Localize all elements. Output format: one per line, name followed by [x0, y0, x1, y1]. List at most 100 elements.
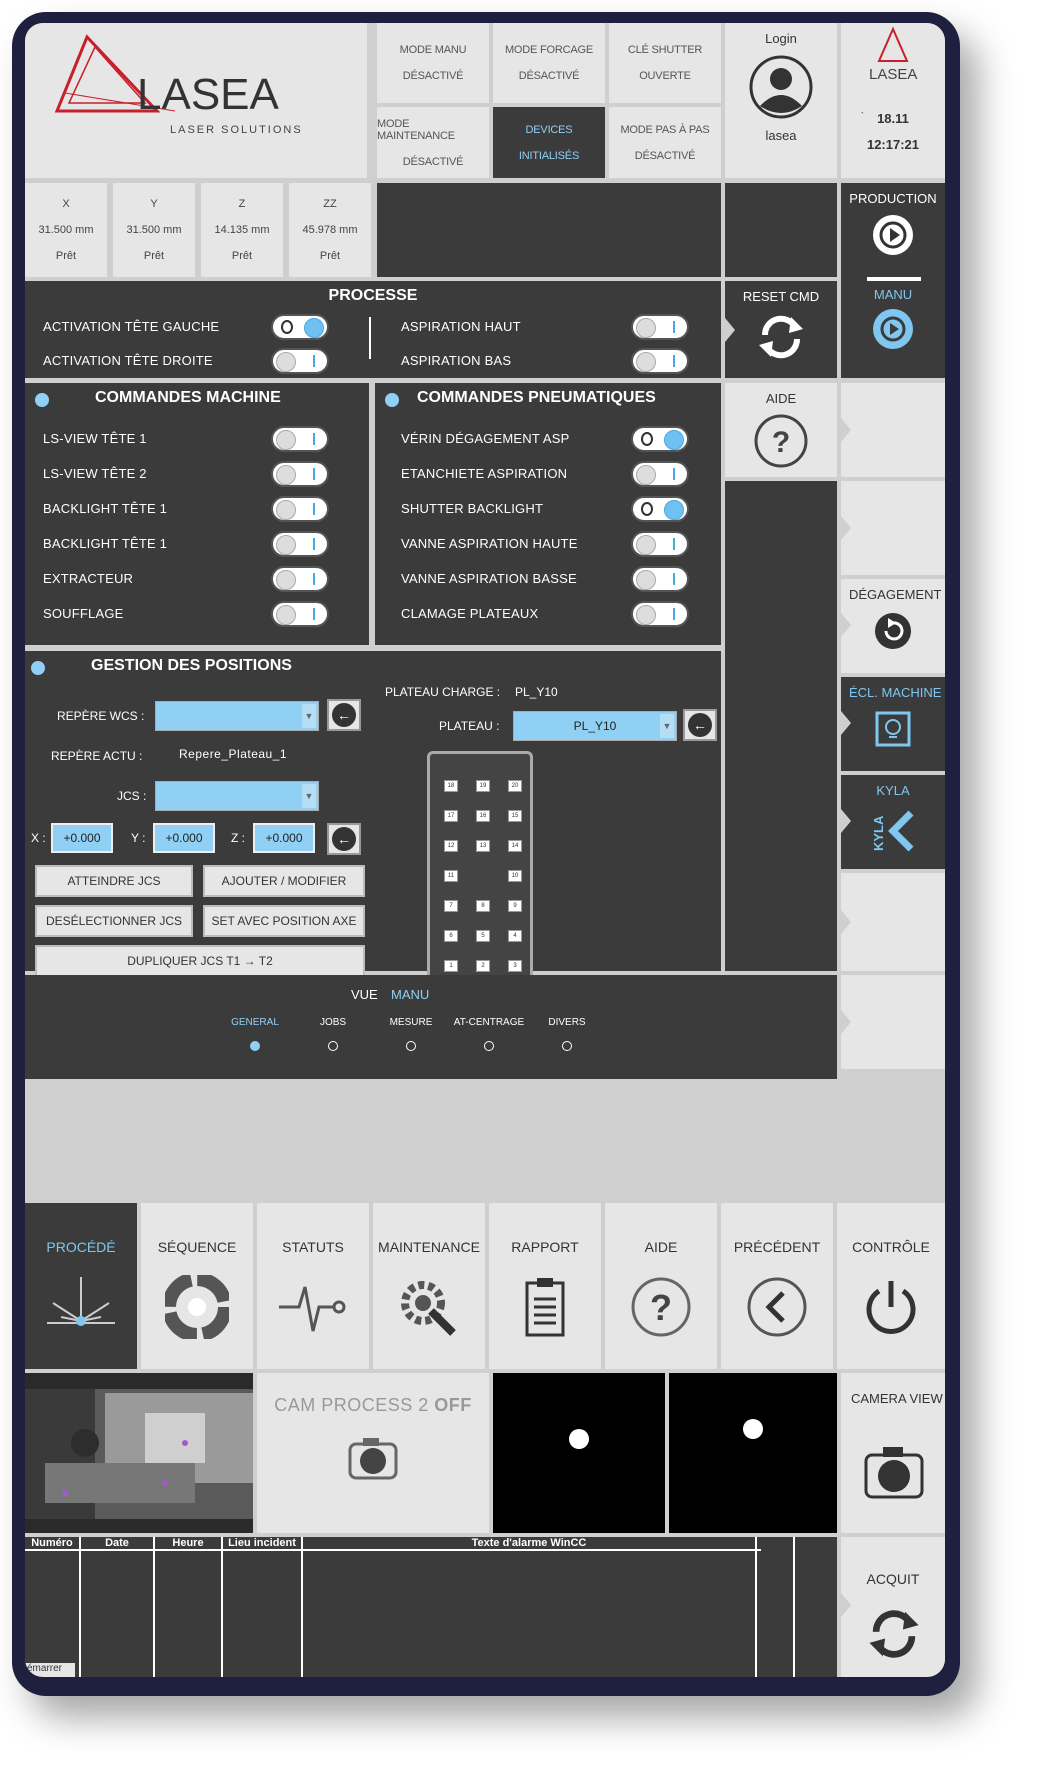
nav-controle[interactable]: CONTRÔLE: [837, 1203, 945, 1369]
vue-tab-divers[interactable]: DIVERS: [537, 1017, 597, 1028]
plateau-slot[interactable]: 16: [476, 810, 490, 822]
cam-process-2-panel[interactable]: CAM PROCESS 2 OFF: [257, 1373, 489, 1533]
xyz-apply-button[interactable]: ←: [327, 823, 361, 855]
vue-tab-mesure[interactable]: MESURE: [381, 1017, 441, 1028]
soufflage-toggle[interactable]: [271, 601, 329, 627]
tile-notch: [841, 1010, 851, 1034]
plateau-slot[interactable]: 11: [444, 870, 458, 882]
login-button[interactable]: Login lasea: [725, 23, 837, 178]
acquit-button[interactable]: ACQUIT: [841, 1537, 945, 1677]
ls-view-tete-2-toggle[interactable]: [271, 461, 329, 487]
nav-maintenance[interactable]: MAINTENANCE: [373, 1203, 485, 1369]
plateau-slot[interactable]: 17: [444, 810, 458, 822]
devices-status[interactable]: DEVICES INITIALISÉS: [493, 107, 605, 178]
plateau-slot[interactable]: 18: [444, 780, 458, 792]
vue-tab-indicator[interactable]: [406, 1041, 416, 1051]
nav-precedent[interactable]: PRÉCÉDENT: [721, 1203, 833, 1369]
plateau-slot[interactable]: 2: [476, 960, 490, 972]
column-divider: [793, 1551, 795, 1677]
atteindre-jcs-button[interactable]: ATTEINDRE JCS: [35, 865, 193, 897]
shutter-backlight-toggle[interactable]: [631, 496, 689, 522]
plateau-slot[interactable]: 14: [508, 840, 522, 852]
col-numero[interactable]: Numéro: [25, 1537, 81, 1551]
col-texte-alarme[interactable]: Texte d'alarme WinCC: [303, 1537, 757, 1551]
mode-maintenance-status[interactable]: MODE MAINTENANCE DÉSACTIVÉ: [377, 107, 489, 178]
right-dark-column: [725, 481, 837, 971]
vue-tab-general[interactable]: GENERAL: [225, 1017, 285, 1028]
plateau-slot[interactable]: 10: [508, 870, 522, 882]
x-input[interactable]: +0.000: [51, 823, 113, 853]
nav-rapport[interactable]: RAPPORT: [489, 1203, 601, 1369]
aide-button[interactable]: AIDE ?: [725, 383, 837, 477]
ls-view-tete-1-toggle[interactable]: [271, 426, 329, 452]
mode-manu-status[interactable]: MODE MANU DÉSACTIVÉ: [377, 23, 489, 103]
aspiration-haut-toggle[interactable]: [631, 314, 689, 340]
plateau-slot[interactable]: 19: [476, 780, 490, 792]
vanne-aspiration-haute-toggle[interactable]: [631, 531, 689, 557]
activation-tete-gauche-toggle[interactable]: [271, 314, 329, 340]
plateau-slot[interactable]: 9: [508, 900, 522, 912]
deselectionner-jcs-button[interactable]: DESÉLECTIONNER JCS: [35, 905, 193, 937]
kyla-button[interactable]: KYLA KYLA: [841, 775, 945, 869]
vue-tab-indicator[interactable]: [562, 1041, 572, 1051]
vue-tab-indicator[interactable]: [250, 1041, 260, 1051]
ajouter-modifier-button[interactable]: AJOUTER / MODIFIER: [203, 865, 365, 897]
plateau-slot[interactable]: 8: [476, 900, 490, 912]
backlight-tete-1b-toggle[interactable]: [271, 531, 329, 557]
dupliquer-jcs-button[interactable]: DUPLIQUER JCS T1 → T2: [35, 945, 365, 977]
aspiration-bas-toggle[interactable]: [631, 348, 689, 374]
verin-degagement-toggle[interactable]: [631, 426, 689, 452]
mode-forcage-status[interactable]: MODE FORCAGE DÉSACTIVÉ: [493, 23, 605, 103]
camera-4-feed[interactable]: [669, 1373, 837, 1533]
wcs-apply-button[interactable]: ←: [327, 699, 361, 731]
wcs-dropdown[interactable]: ▼: [155, 701, 319, 731]
plateau-slot[interactable]: 1: [444, 960, 458, 972]
col-heure[interactable]: Heure: [155, 1537, 223, 1551]
clamage-plateaux-toggle[interactable]: [631, 601, 689, 627]
activation-tete-droite-toggle[interactable]: [271, 348, 329, 374]
mode-pas-a-pas-status[interactable]: MODE PAS À PAS DÉSACTIVÉ: [609, 107, 721, 178]
svg-text:?: ?: [772, 426, 790, 459]
plateau-slot[interactable]: 4: [508, 930, 522, 942]
z-input[interactable]: +0.000: [253, 823, 315, 853]
nav-statuts[interactable]: STATUTS: [257, 1203, 369, 1369]
camera-3-feed[interactable]: [493, 1373, 665, 1533]
manual-mode-icon[interactable]: [871, 307, 915, 351]
refresh-icon: [869, 1610, 919, 1658]
camera-1-feed[interactable]: [25, 1373, 253, 1533]
vanne-aspiration-basse-toggle[interactable]: [631, 566, 689, 592]
vue-tab-at-centrage[interactable]: AT-CENTRAGE: [449, 1017, 529, 1028]
eclairage-machine-button[interactable]: ÉCL. MACHINE: [841, 677, 945, 771]
nav-aide[interactable]: AIDE ?: [605, 1203, 717, 1369]
nav-sequence[interactable]: SÉQUENCE: [141, 1203, 253, 1369]
plateau-slot[interactable]: 13: [476, 840, 490, 852]
plateau-slot[interactable]: 15: [508, 810, 522, 822]
plateau-slot[interactable]: 7: [444, 900, 458, 912]
cle-shutter-status[interactable]: CLÉ SHUTTER OUVERTE: [609, 23, 721, 103]
vue-tab-jobs[interactable]: JOBS: [303, 1017, 363, 1028]
plateau-slot[interactable]: 6: [444, 930, 458, 942]
plateau-dropdown[interactable]: PL_Y10 ▼: [513, 711, 677, 741]
play-circle-icon[interactable]: [871, 213, 915, 257]
plateau-slot[interactable]: 5: [476, 930, 490, 942]
jcs-dropdown[interactable]: ▼: [155, 781, 319, 811]
degagement-button[interactable]: DÉGAGEMENT: [841, 579, 945, 673]
plateau-apply-button[interactable]: ←: [683, 709, 717, 741]
nav-procede[interactable]: PROCÉDÉ: [25, 1203, 137, 1369]
machine-label: LS-VIEW TÊTE 1: [43, 431, 147, 446]
plateau-slot[interactable]: 20: [508, 780, 522, 792]
etancheite-aspiration-toggle[interactable]: [631, 461, 689, 487]
plateau-slot[interactable]: 3: [508, 960, 522, 972]
plateau-slot[interactable]: 12: [444, 840, 458, 852]
demarrer-button[interactable]: émarrer: [25, 1663, 75, 1677]
camera-view-button[interactable]: CAMERA VIEW: [841, 1373, 945, 1533]
set-avec-position-axe-button[interactable]: SET AVEC POSITION AXE: [203, 905, 365, 937]
vue-tab-indicator[interactable]: [328, 1041, 338, 1051]
y-input[interactable]: +0.000: [153, 823, 215, 853]
backlight-tete-1-toggle[interactable]: [271, 496, 329, 522]
col-lieu-incident[interactable]: Lieu incident: [223, 1537, 303, 1551]
reset-cmd-button[interactable]: RESET CMD: [725, 281, 837, 378]
col-date[interactable]: Date: [81, 1537, 155, 1551]
extracteur-toggle[interactable]: [271, 566, 329, 592]
vue-tab-indicator[interactable]: [484, 1041, 494, 1051]
